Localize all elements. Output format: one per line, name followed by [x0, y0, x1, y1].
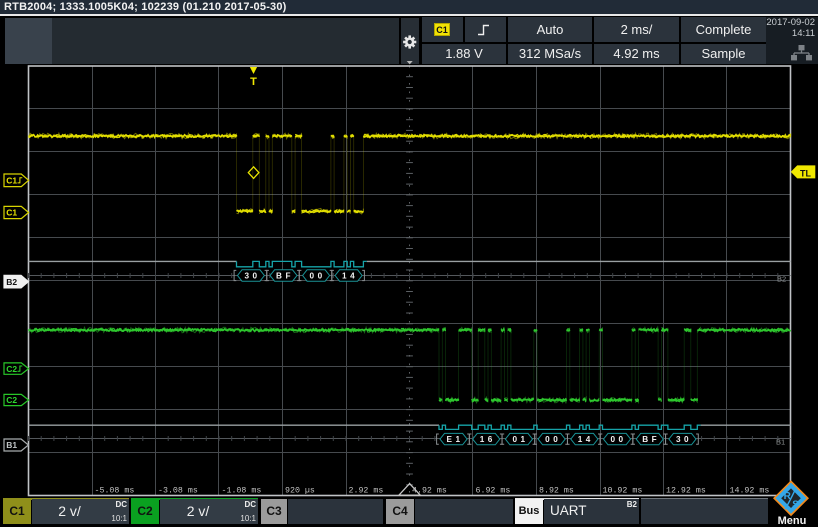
- svg-text:B2: B2: [777, 275, 786, 284]
- svg-text:30: 30: [676, 435, 692, 444]
- svg-text:01: 01: [512, 435, 528, 444]
- svg-text:BF: BF: [642, 435, 660, 444]
- svg-text:30: 30: [244, 272, 260, 281]
- svg-text:S: S: [792, 500, 799, 511]
- svg-text:-3.08 ms: -3.08 ms: [158, 487, 198, 496]
- svg-text:14: 14: [578, 435, 594, 444]
- svg-text:2.92 ms: 2.92 ms: [349, 487, 384, 496]
- svg-text:C2: C2: [6, 364, 17, 374]
- svg-text:C2: C2: [6, 395, 17, 405]
- svg-text:C1: C1: [6, 208, 17, 218]
- svg-text:E1: E1: [446, 435, 463, 444]
- svg-text:6.92 ms: 6.92 ms: [476, 487, 511, 496]
- svg-text:00: 00: [610, 435, 626, 444]
- svg-text:-5.08 ms: -5.08 ms: [95, 487, 135, 496]
- svg-text:00: 00: [545, 435, 561, 444]
- svg-text:B1: B1: [776, 438, 785, 447]
- svg-text:00: 00: [310, 272, 326, 281]
- svg-text:C1: C1: [6, 176, 17, 186]
- svg-text:10.92 ms: 10.92 ms: [603, 487, 643, 496]
- svg-text:920 µs: 920 µs: [285, 487, 315, 496]
- svg-text:8.92 ms: 8.92 ms: [539, 487, 574, 496]
- svg-text:14.92 ms: 14.92 ms: [730, 487, 770, 496]
- svg-text:B2: B2: [6, 277, 17, 287]
- svg-text:16: 16: [480, 435, 496, 444]
- svg-text:-1.08 ms: -1.08 ms: [222, 487, 262, 496]
- svg-text:B1: B1: [6, 440, 17, 450]
- svg-text:T: T: [250, 76, 257, 88]
- svg-text:BF: BF: [276, 272, 294, 281]
- svg-text:12.92 ms: 12.92 ms: [666, 487, 706, 496]
- svg-text:TL: TL: [800, 168, 811, 178]
- svg-text:14: 14: [342, 272, 358, 281]
